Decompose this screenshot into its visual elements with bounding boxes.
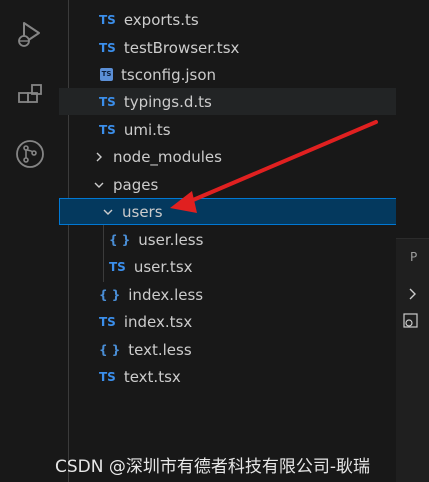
watermark-text: CSDN @深圳市有德者科技有限公司-耿瑞 xyxy=(55,457,371,477)
annotation-arrow xyxy=(170,120,378,213)
